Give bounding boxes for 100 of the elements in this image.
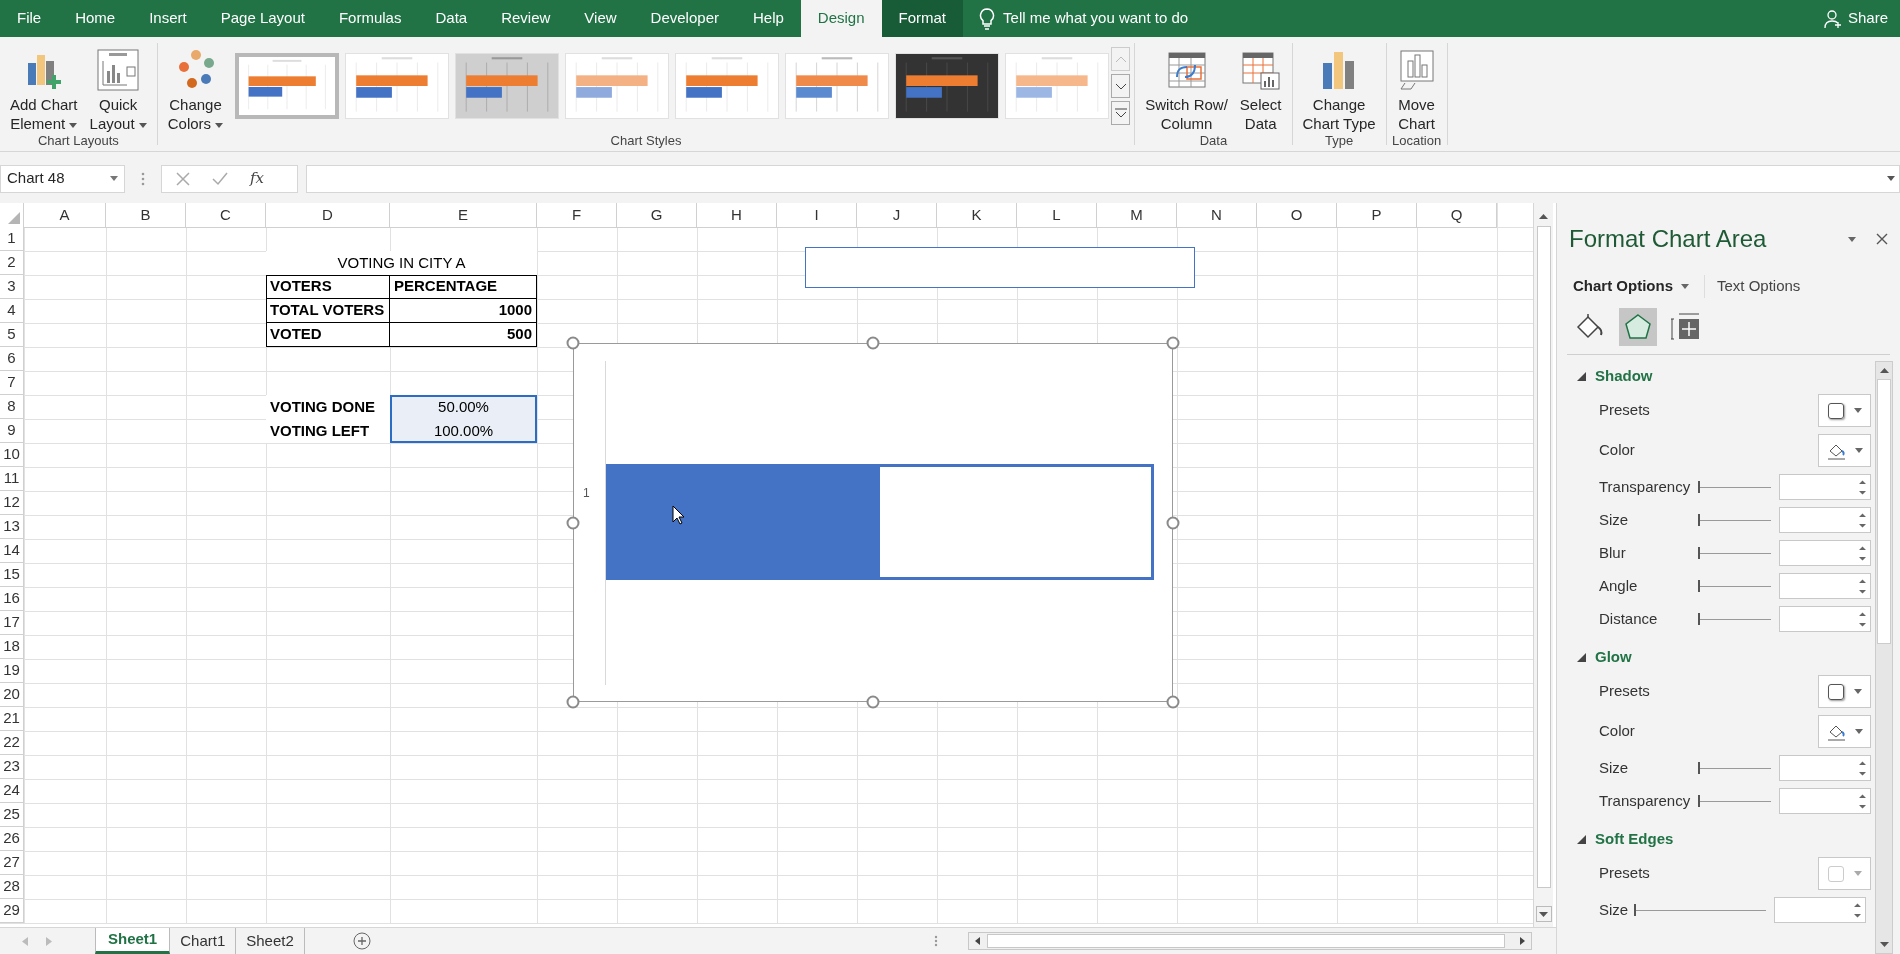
spin-field[interactable]	[1779, 507, 1871, 533]
spin-arrows-icon[interactable]	[1859, 579, 1866, 594]
row-header[interactable]: 25	[0, 803, 24, 827]
ribbon-button[interactable]: Move Chart	[1390, 43, 1443, 133]
expanded-triangle-icon[interactable]	[1577, 835, 1586, 844]
menu-tab[interactable]: Review	[484, 0, 568, 37]
chart-style-thumbnail[interactable]	[675, 53, 780, 119]
menu-tab[interactable]: Insert	[132, 0, 204, 37]
share-button[interactable]: Share	[1823, 0, 1888, 37]
column-header[interactable]: K	[937, 203, 1017, 228]
slider-track[interactable]	[1698, 580, 1771, 592]
ribbon-button[interactable]: Select Data	[1233, 43, 1288, 133]
column-header[interactable]: M	[1097, 203, 1177, 228]
chart-area[interactable]: 1	[573, 343, 1173, 702]
row-header[interactable]: 22	[0, 731, 24, 755]
scrollbar-thumb[interactable]	[987, 934, 1505, 948]
row-header[interactable]: 19	[0, 659, 24, 683]
spin-field[interactable]	[1779, 606, 1871, 632]
tell-me-search[interactable]: Tell me what you want to do	[1003, 7, 1189, 30]
color-dropdown[interactable]	[1818, 434, 1871, 467]
menu-tab[interactable]: Design	[800, 0, 882, 37]
chart-style-thumbnail[interactable]	[345, 53, 450, 119]
ribbon-button[interactable]: Add Chart Element	[4, 43, 84, 133]
ribbon-button[interactable]: Quick Layout	[83, 43, 153, 133]
chart-style-thumbnail[interactable]	[455, 53, 560, 119]
spin-arrows-icon[interactable]	[1859, 480, 1866, 495]
row-header[interactable]: 3	[0, 275, 24, 299]
row-header[interactable]: 2	[0, 251, 24, 275]
row-header[interactable]: 4	[0, 299, 24, 323]
more-button[interactable]	[1111, 101, 1131, 125]
chart-style-thumbnail[interactable]	[895, 53, 1000, 119]
slider-thumb[interactable]	[1634, 904, 1637, 916]
triangle-up-icon[interactable]	[1539, 213, 1548, 219]
row-header[interactable]: 26	[0, 827, 24, 851]
resize-handle[interactable]	[566, 336, 580, 350]
column-header[interactable]: F	[537, 203, 617, 228]
row-header[interactable]: 9	[0, 419, 24, 443]
menu-tab[interactable]: Data	[418, 0, 485, 37]
slider-track[interactable]	[1698, 481, 1771, 493]
column-header[interactable]: G	[617, 203, 697, 228]
row-header[interactable]: 21	[0, 707, 24, 731]
slider-track[interactable]	[1698, 514, 1771, 526]
ribbon-button[interactable]: Change Colors	[161, 43, 230, 133]
section-header[interactable]: Shadow	[1595, 365, 1653, 388]
scroll-down-button[interactable]	[1111, 74, 1131, 98]
expanded-triangle-icon[interactable]	[1577, 653, 1586, 662]
column-header[interactable]: E	[390, 203, 537, 228]
menu-tab[interactable]: Home	[58, 0, 133, 37]
scroll-down-button[interactable]	[1535, 906, 1552, 922]
insert-function-button[interactable]: fx	[250, 167, 264, 190]
cancel-icon[interactable]	[176, 171, 190, 186]
spin-arrows-icon[interactable]	[1859, 612, 1866, 627]
section-header[interactable]: Soft Edges	[1595, 828, 1674, 851]
chart-style-thumbnail[interactable]	[1005, 53, 1110, 119]
column-header[interactable]: A	[24, 203, 106, 228]
row-header[interactable]: 1	[0, 227, 24, 251]
triangle-down-icon[interactable]	[1879, 942, 1889, 947]
spin-field[interactable]	[1779, 540, 1871, 566]
chart-style-thumbnail[interactable]	[565, 53, 670, 119]
option-tab[interactable]: Chart Options	[1573, 275, 1689, 298]
menu-tab[interactable]: Help	[735, 0, 801, 37]
column-header[interactable]: B	[106, 203, 186, 228]
triangle-down-icon[interactable]	[1539, 911, 1548, 917]
triangle-up-icon[interactable]	[1879, 367, 1889, 373]
row-header[interactable]: 16	[0, 587, 24, 611]
slider-track[interactable]	[1698, 762, 1771, 774]
row-header[interactable]: 6	[0, 347, 24, 371]
menu-tab[interactable]: Formulas	[321, 0, 419, 37]
slider-track[interactable]	[1634, 904, 1767, 916]
panel-scrollbar[interactable]	[1875, 360, 1893, 954]
sheet-tab[interactable]: Sheet2	[236, 928, 305, 954]
row-header[interactable]: 11	[0, 467, 24, 491]
spin-arrows-icon[interactable]	[1854, 903, 1862, 918]
resize-handle[interactable]	[866, 336, 880, 350]
chart-style-thumbnail[interactable]	[235, 53, 340, 119]
spin-arrows-icon[interactable]	[1859, 513, 1866, 528]
row-header[interactable]: 18	[0, 635, 24, 659]
sheet-tab[interactable]: Chart1	[170, 928, 237, 954]
scrollbar-thumb[interactable]	[1536, 226, 1551, 888]
spin-field[interactable]	[1779, 573, 1871, 599]
chart-style-thumbnail[interactable]	[785, 53, 890, 119]
spin-arrows-icon[interactable]	[1859, 546, 1866, 561]
scrollbar-thumb[interactable]	[1877, 378, 1891, 644]
color-dropdown[interactable]	[1818, 715, 1871, 748]
row-header[interactable]: 27	[0, 851, 24, 875]
menu-tab[interactable]: View	[567, 0, 634, 37]
column-header[interactable]: Q	[1417, 203, 1497, 228]
resize-handle[interactable]	[566, 516, 580, 529]
row-header[interactable]: 13	[0, 515, 24, 539]
slider-track[interactable]	[1698, 795, 1771, 807]
spin-arrows-icon[interactable]	[1859, 794, 1866, 809]
menu-tab[interactable]: Page Layout	[203, 0, 322, 37]
section-header[interactable]: Glow	[1595, 646, 1632, 669]
name-box[interactable]: Chart 48	[0, 164, 125, 193]
row-header[interactable]: 12	[0, 491, 24, 515]
column-header[interactable]: I	[777, 203, 857, 228]
row-header[interactable]: 14	[0, 539, 24, 563]
column-header[interactable]: P	[1337, 203, 1417, 228]
ribbon-button[interactable]: Switch Row/ Column	[1139, 43, 1234, 133]
formula-input[interactable]	[306, 164, 1900, 193]
